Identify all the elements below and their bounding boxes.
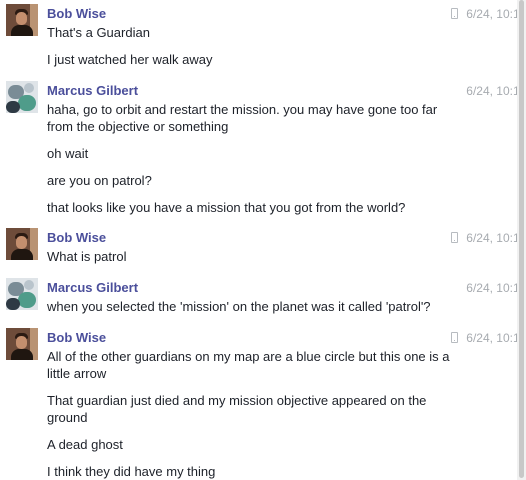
sender-name[interactable]: Bob Wise: [47, 330, 106, 345]
message-group: Marcus Gilbert 6/24, 10:14am haha, go to…: [0, 81, 526, 216]
bob-avatar[interactable]: [6, 228, 38, 260]
message-group: Bob Wise 6/24, 10:15am What is patrol: [0, 228, 526, 265]
message-text: What is patrol: [47, 249, 127, 264]
message-text: are you on patrol?: [47, 173, 152, 188]
message-text: A dead ghost: [47, 437, 123, 452]
message-text: oh wait: [47, 146, 89, 161]
marcus-avatar[interactable]: [6, 278, 38, 310]
message-text: I just watched her walk away: [47, 52, 213, 67]
sender-name[interactable]: Bob Wise: [47, 230, 106, 245]
message-text: I think they did have my thing: [47, 464, 216, 479]
mobile-phone-icon: [451, 8, 458, 19]
marcus-avatar[interactable]: [6, 81, 38, 113]
message-group: Bob Wise 6/24, 10:15am All of the other …: [0, 328, 526, 480]
mobile-phone-icon: [451, 332, 458, 343]
message-text: All of the other guardians on my map are…: [47, 349, 450, 381]
sender-name[interactable]: Marcus Gilbert: [47, 83, 138, 98]
message-text: when you selected the 'mission' on the p…: [47, 299, 431, 314]
sender-name[interactable]: Bob Wise: [47, 6, 106, 21]
bob-avatar[interactable]: [6, 328, 38, 360]
sender-name[interactable]: Marcus Gilbert: [47, 280, 138, 295]
message-group: Marcus Gilbert 6/24, 10:15am when you se…: [0, 278, 526, 315]
scrollbar[interactable]: [517, 0, 526, 480]
scrollbar-thumb[interactable]: [519, 0, 524, 478]
message-text: that looks like you have a mission that …: [47, 200, 406, 215]
message-text: That's a Guardian: [47, 25, 150, 40]
message-text: haha, go to orbit and restart the missio…: [47, 102, 438, 134]
message-group: Bob Wise 6/24, 10:14am That's a Guardian…: [0, 4, 526, 68]
mobile-phone-icon: [451, 232, 458, 243]
bob-avatar[interactable]: [6, 4, 38, 36]
message-text: That guardian just died and my mission o…: [47, 393, 427, 425]
